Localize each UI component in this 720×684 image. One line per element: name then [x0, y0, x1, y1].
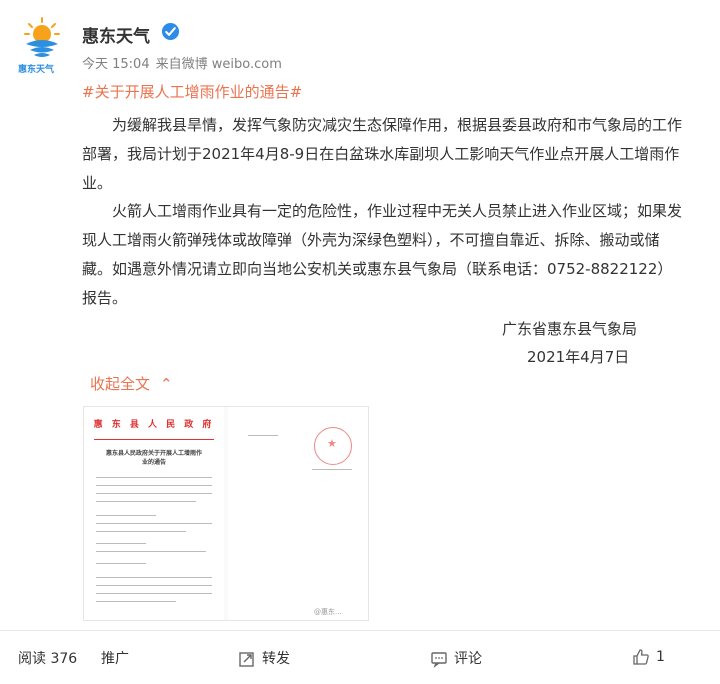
document-header: 惠 东 县 人 民 政 府	[93, 420, 215, 430]
signature-date: 2021年4月7日	[527, 348, 630, 366]
comment-label: 评论	[454, 651, 482, 667]
post-paragraph: 为缓解我县旱情，发挥气象防灾减灾生态保障作用，根据县委县政府和市气象局的工作部署…	[82, 116, 683, 192]
action-bar-divider	[0, 630, 720, 631]
verified-icon	[161, 22, 180, 41]
read-count: 阅读 376	[18, 651, 78, 667]
avatar-caption: 惠东天气	[18, 65, 55, 75]
comment-icon	[431, 652, 447, 668]
repost-button[interactable]: 转发	[238, 648, 290, 668]
post-image[interactable]: 惠 东 县 人 民 政 府 惠东县人民政府关于开展人工增雨作业的通告 @惠东..…	[83, 406, 369, 621]
document-page: @惠东...	[228, 407, 368, 620]
collapse-label: 收起全文	[90, 375, 151, 393]
repost-label: 转发	[262, 651, 290, 667]
topic-link[interactable]: #关于开展人工增雨作业的通告#	[82, 81, 302, 102]
chevron-up-icon: ⌃	[160, 375, 173, 393]
signature: 广东省惠东县气象局	[502, 320, 638, 338]
post-meta: 今天 15:04 来自微博 weibo.com	[82, 53, 288, 72]
repost-icon	[239, 652, 254, 667]
post-source[interactable]: 微博 weibo.com	[182, 57, 282, 72]
author-name[interactable]: 惠东天气	[82, 22, 150, 47]
author-avatar[interactable]: 惠东天气	[12, 14, 72, 76]
thumbs-up-icon	[633, 649, 649, 665]
post-time[interactable]: 今天 15:04	[82, 57, 150, 72]
official-stamp-icon	[314, 427, 352, 465]
document-page: 惠 东 县 人 民 政 府 惠东县人民政府关于开展人工增雨作业的通告	[84, 407, 224, 620]
source-prefix: 来自	[155, 57, 182, 72]
post-paragraph: 火箭人工增雨作业具有一定的危险性，作业过程中无关人员禁止进入作业区域；如果发现人…	[82, 202, 683, 307]
promote-button[interactable]: 推广	[101, 648, 129, 668]
image-watermark: @惠东...	[314, 608, 342, 616]
like-button[interactable]: 1	[632, 648, 665, 666]
document-divider	[94, 439, 214, 440]
document-title: 惠东县人民政府关于开展人工增雨作业的通告	[105, 450, 202, 466]
collapse-text-button[interactable]: 收起全文 ⌃	[90, 373, 173, 394]
like-count: 1	[656, 649, 665, 665]
comment-button[interactable]: 评论	[430, 648, 482, 668]
